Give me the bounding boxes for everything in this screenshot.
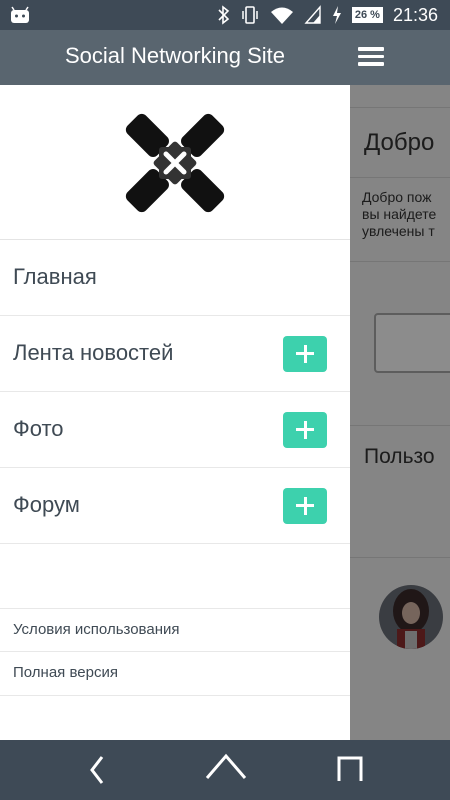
terms-link[interactable]: Условия использования [0,608,350,652]
drawer-item-label: Форум [13,492,80,517]
clock: 21:36 [392,4,438,25]
app-title: Social Networking Site [64,43,286,68]
add-newsfeed-button[interactable] [283,336,327,372]
drawer-scrim[interactable] [350,85,450,740]
add-forum-button[interactable] [283,488,327,524]
home-icon[interactable] [205,752,247,782]
full-version-link-label: Полная версия [13,664,118,681]
drawer-item-forum[interactable]: Форум [0,468,350,544]
bluetooth-icon [218,5,230,25]
android-notification-icon [11,6,29,23]
site-logo-icon [125,113,225,213]
wifi-icon [270,7,293,24]
drawer-item-newsfeed[interactable]: Лента новостей [0,316,350,392]
back-icon[interactable] [86,754,110,786]
system-navigation-bar [0,740,450,800]
drawer-item-label: Лента новостей [13,340,174,365]
full-version-link[interactable]: Полная версия [0,652,350,696]
vibrate-icon [242,6,258,24]
charging-icon [332,6,341,24]
terms-link-label: Условия использования [13,621,180,638]
navigation-drawer: Главная Лента новостей Фото Форум Услови… [0,85,350,740]
hamburger-menu-icon[interactable] [356,44,386,70]
battery-level: 26 % [351,7,383,23]
recent-apps-icon[interactable] [336,755,364,783]
signal-icon [304,5,321,24]
add-photo-button[interactable] [283,412,327,448]
drawer-item-label: Фото [13,416,64,441]
app-header: Social Networking Site [0,30,450,85]
status-bar: 26 % 21:36 [0,0,450,30]
logo-area [0,85,350,240]
drawer-item-label: Главная [13,264,97,289]
drawer-item-photo[interactable]: Фото [0,392,350,468]
drawer-item-home[interactable]: Главная [0,240,350,316]
